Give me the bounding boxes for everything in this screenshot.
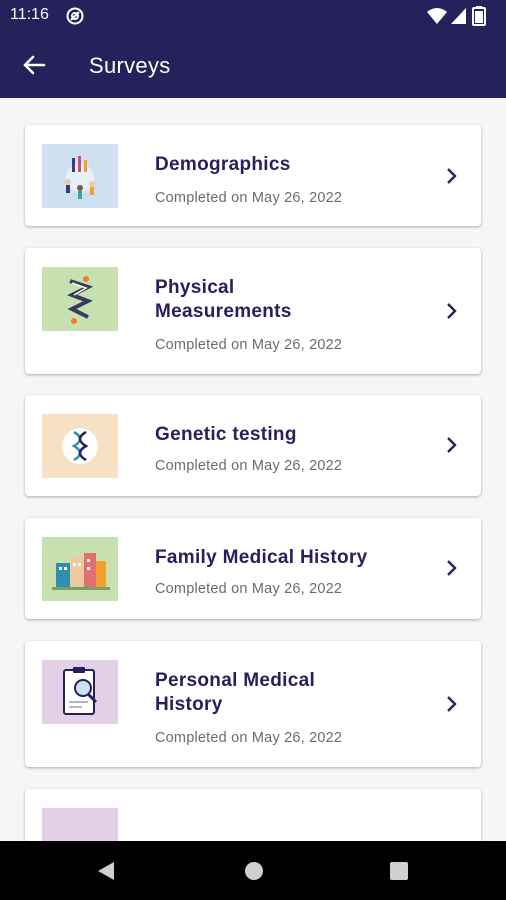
- page-title: Surveys: [89, 53, 171, 78]
- survey-title-line: Personal Medical: [155, 670, 316, 691]
- wifi-icon: [427, 8, 447, 24]
- chevron-right-icon: [447, 696, 457, 712]
- survey-card-genetic-testing[interactable]: Genetic testing Completed on May 26, 202…: [25, 395, 481, 496]
- nav-home-icon[interactable]: [243, 860, 265, 882]
- survey-title-line: Physical: [155, 277, 235, 298]
- survey-status: Completed on May 26, 2022: [155, 581, 343, 597]
- survey-status: Completed on May 26, 2022: [155, 730, 343, 746]
- personal-medical-history-thumbnail: [42, 660, 118, 724]
- survey-card-demographics[interactable]: Demographics Completed on May 26, 2022: [25, 125, 481, 226]
- survey-title: Personal Medical History: [155, 669, 405, 717]
- app-bar: Surveys: [0, 32, 506, 98]
- chevron-right-icon: [447, 437, 457, 453]
- survey-list[interactable]: Demographics Completed on May 26, 2022 P…: [0, 98, 506, 841]
- genetic-testing-thumbnail: [42, 414, 118, 478]
- survey-title: Demographics: [155, 154, 291, 175]
- chevron-right-icon: [447, 303, 457, 319]
- nav-recents-icon[interactable]: [389, 861, 409, 881]
- survey-status: Completed on May 26, 2022: [155, 190, 343, 206]
- status-bar: 11:16: [0, 0, 506, 32]
- survey-card-partial[interactable]: [25, 789, 481, 841]
- signal-icon: [451, 8, 466, 24]
- chevron-right-icon: [447, 560, 457, 576]
- nav-back-icon[interactable]: [96, 860, 116, 882]
- demographics-thumbnail: [42, 144, 118, 208]
- survey-status: Completed on May 26, 2022: [155, 337, 343, 353]
- arrow-left-icon: [23, 55, 46, 75]
- survey-title: Family Medical History: [155, 547, 368, 568]
- physical-measurements-thumbnail: [42, 267, 118, 331]
- system-nav-bar: [0, 841, 506, 900]
- survey-title: Physical Measurements: [155, 276, 405, 324]
- survey-status: Completed on May 26, 2022: [155, 458, 343, 474]
- survey-card-physical-measurements[interactable]: Physical Measurements Completed on May 2…: [25, 248, 481, 374]
- status-time: 11:16: [10, 6, 49, 23]
- battery-icon: [472, 6, 486, 26]
- chevron-right-icon: [447, 168, 457, 184]
- at-sign-icon: [66, 7, 84, 25]
- status-icons: [426, 6, 496, 26]
- family-medical-history-thumbnail: [42, 537, 118, 601]
- survey-title: Genetic testing: [155, 424, 297, 445]
- survey-title-line: Measurements: [155, 301, 292, 322]
- survey-title-line: History: [155, 694, 223, 715]
- survey-thumbnail: [42, 808, 118, 841]
- back-button[interactable]: [18, 50, 50, 82]
- survey-card-personal-medical-history[interactable]: Personal Medical History Completed on Ma…: [25, 641, 481, 767]
- survey-card-family-medical-history[interactable]: Family Medical History Completed on May …: [25, 518, 481, 619]
